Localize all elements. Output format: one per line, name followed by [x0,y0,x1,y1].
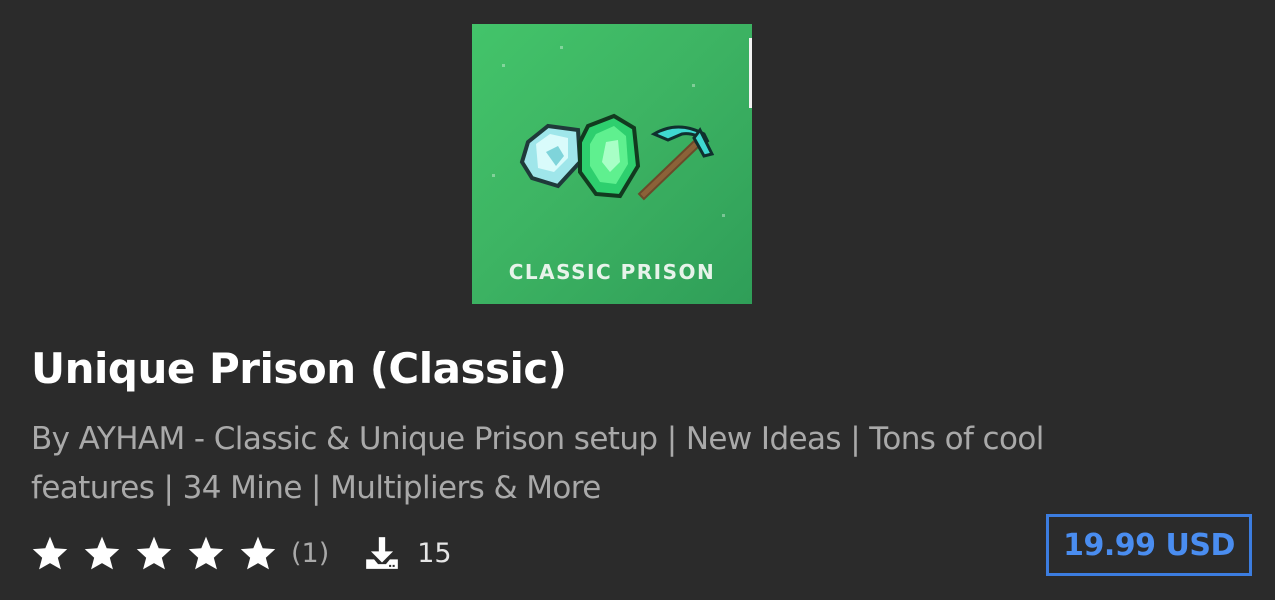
price-button[interactable]: 19.99 USD [1046,514,1252,576]
thumbnail-sparkle [692,84,695,87]
thumbnail-sparkle [560,46,563,49]
emerald-icon [578,113,641,199]
rating-count: (1) [291,537,330,569]
star-icon [31,535,69,571]
thumbnail-sparkle [502,64,505,67]
rating-stars [31,535,277,571]
diamond-icon [519,123,583,189]
product-subtitle: By AYHAM - Classic & Unique Prison setup… [31,421,1044,506]
star-icon [187,535,225,571]
thumbnail-sparkle [722,214,725,217]
thumbnail-sparkle [492,174,495,177]
product-meta: (1) 15 [31,532,452,574]
download-stat: 15 [363,534,452,572]
download-count: 15 [417,537,452,569]
ore-and-pickaxe-icon [519,113,715,201]
product-title[interactable]: Unique Prison (Classic) [31,345,567,392]
star-icon [239,535,277,571]
pickaxe-icon [637,125,715,201]
thumbnail-edge-bar [749,38,752,108]
star-icon [83,535,121,571]
thumbnail-caption: CLASSIC PRISON [508,260,716,284]
star-icon [135,535,173,571]
download-icon [363,534,401,572]
product-thumbnail[interactable]: CLASSIC PRISON [472,24,752,304]
product-card[interactable]: CLASSIC PRISON Unique Prison (Classic) B… [0,0,1275,600]
